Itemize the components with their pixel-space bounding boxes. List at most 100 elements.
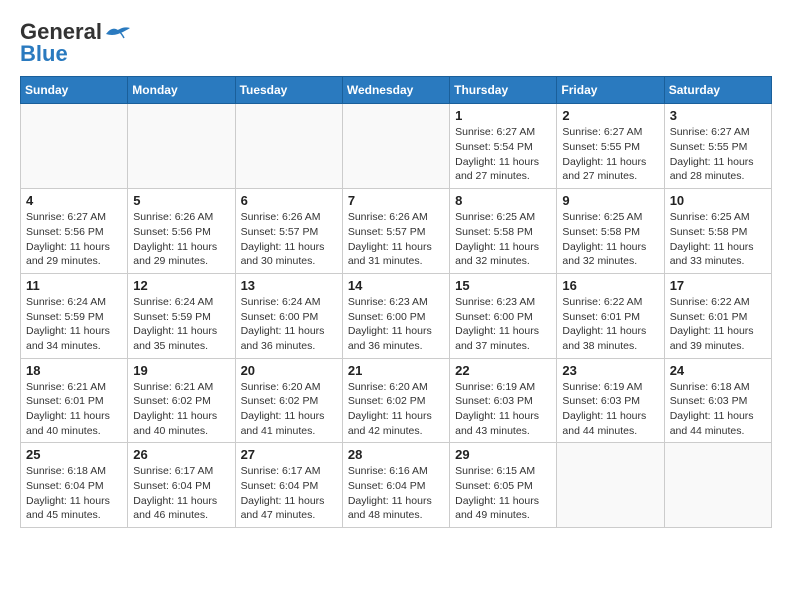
logo: General Blue <box>20 20 132 66</box>
logo-bird-icon <box>104 24 132 42</box>
day-number: 11 <box>26 278 122 293</box>
calendar-cell: 19 Sunrise: 6:21 AMSunset: 6:02 PMDayligh… <box>128 358 235 443</box>
day-number: 28 <box>348 447 444 462</box>
calendar-cell: 25 Sunrise: 6:18 AMSunset: 6:04 PMDayligh… <box>21 443 128 528</box>
calendar-cell: 27 Sunrise: 6:17 AMSunset: 6:04 PMDayligh… <box>235 443 342 528</box>
day-info: Sunrise: 6:17 AMSunset: 6:04 PMDaylight:… <box>133 464 229 523</box>
day-number: 16 <box>562 278 658 293</box>
calendar-cell: 24 Sunrise: 6:18 AMSunset: 6:03 PMDayligh… <box>664 358 771 443</box>
weekday-header-saturday: Saturday <box>664 77 771 104</box>
calendar-cell: 8 Sunrise: 6:25 AMSunset: 5:58 PMDaylight… <box>450 189 557 274</box>
day-info: Sunrise: 6:18 AMSunset: 6:04 PMDaylight:… <box>26 464 122 523</box>
calendar-cell: 21 Sunrise: 6:20 AMSunset: 6:02 PMDayligh… <box>342 358 449 443</box>
day-number: 7 <box>348 193 444 208</box>
day-info: Sunrise: 6:25 AMSunset: 5:58 PMDaylight:… <box>670 210 766 269</box>
calendar-cell: 28Sunrise: 6:16 AMSunset: 6:04 PMDayligh… <box>342 443 449 528</box>
day-number: 22 <box>455 363 551 378</box>
day-number: 12 <box>133 278 229 293</box>
day-number: 21 <box>348 363 444 378</box>
calendar-cell: 7 Sunrise: 6:26 AMSunset: 5:57 PMDaylight… <box>342 189 449 274</box>
calendar-cell: 5 Sunrise: 6:26 AMSunset: 5:56 PMDaylight… <box>128 189 235 274</box>
calendar-cell: 17 Sunrise: 6:22 AMSunset: 6:01 PMDayligh… <box>664 273 771 358</box>
day-info: Sunrise: 6:20 AMSunset: 6:02 PMDaylight:… <box>348 380 444 439</box>
day-info: Sunrise: 6:17 AMSunset: 6:04 PMDaylight:… <box>241 464 337 523</box>
day-number: 14 <box>348 278 444 293</box>
calendar-cell: 15 Sunrise: 6:23 AMSunset: 6:00 PMDayligh… <box>450 273 557 358</box>
day-info: Sunrise: 6:22 AMSunset: 6:01 PMDaylight:… <box>562 295 658 354</box>
day-info: Sunrise: 6:24 AMSunset: 5:59 PMDaylight:… <box>26 295 122 354</box>
calendar-cell <box>128 104 235 189</box>
calendar-cell: 2 Sunrise: 6:27 AMSunset: 5:55 PMDaylight… <box>557 104 664 189</box>
day-info: Sunrise: 6:25 AMSunset: 5:58 PMDaylight:… <box>455 210 551 269</box>
day-number: 27 <box>241 447 337 462</box>
calendar-week-row: 11 Sunrise: 6:24 AMSunset: 5:59 PMDayligh… <box>21 273 772 358</box>
day-info: Sunrise: 6:22 AMSunset: 6:01 PMDaylight:… <box>670 295 766 354</box>
day-info: Sunrise: 6:21 AMSunset: 6:01 PMDaylight:… <box>26 380 122 439</box>
day-info: Sunrise: 6:20 AMSunset: 6:02 PMDaylight:… <box>241 380 337 439</box>
calendar-week-row: 4 Sunrise: 6:27 AMSunset: 5:56 PMDaylight… <box>21 189 772 274</box>
day-info: Sunrise: 6:27 AMSunset: 5:55 PMDaylight:… <box>562 125 658 184</box>
calendar-cell <box>21 104 128 189</box>
calendar-cell: 22 Sunrise: 6:19 AMSunset: 6:03 PMDayligh… <box>450 358 557 443</box>
calendar-cell: 23 Sunrise: 6:19 AMSunset: 6:03 PMDayligh… <box>557 358 664 443</box>
day-number: 23 <box>562 363 658 378</box>
day-number: 29 <box>455 447 551 462</box>
calendar-cell: 20Sunrise: 6:20 AMSunset: 6:02 PMDayligh… <box>235 358 342 443</box>
calendar-cell: 26 Sunrise: 6:17 AMSunset: 6:04 PMDayligh… <box>128 443 235 528</box>
calendar-cell: 12Sunrise: 6:24 AMSunset: 5:59 PMDayligh… <box>128 273 235 358</box>
day-number: 10 <box>670 193 766 208</box>
day-info: Sunrise: 6:27 AMSunset: 5:56 PMDaylight:… <box>26 210 122 269</box>
day-info: Sunrise: 6:27 AMSunset: 5:54 PMDaylight:… <box>455 125 551 184</box>
day-number: 24 <box>670 363 766 378</box>
weekday-header-monday: Monday <box>128 77 235 104</box>
logo-blue-text: Blue <box>20 42 68 66</box>
day-number: 25 <box>26 447 122 462</box>
day-number: 13 <box>241 278 337 293</box>
day-info: Sunrise: 6:25 AMSunset: 5:58 PMDaylight:… <box>562 210 658 269</box>
day-number: 18 <box>26 363 122 378</box>
page-header: General Blue <box>20 20 772 66</box>
calendar-cell: 1 Sunrise: 6:27 AMSunset: 5:54 PMDaylight… <box>450 104 557 189</box>
day-info: Sunrise: 6:24 AMSunset: 6:00 PMDaylight:… <box>241 295 337 354</box>
calendar-cell: 29 Sunrise: 6:15 AMSunset: 6:05 PMDayligh… <box>450 443 557 528</box>
day-number: 8 <box>455 193 551 208</box>
day-number: 15 <box>455 278 551 293</box>
calendar-cell: 13 Sunrise: 6:24 AMSunset: 6:00 PMDayligh… <box>235 273 342 358</box>
day-number: 9 <box>562 193 658 208</box>
calendar-cell: 9 Sunrise: 6:25 AMSunset: 5:58 PMDaylight… <box>557 189 664 274</box>
weekday-header-thursday: Thursday <box>450 77 557 104</box>
calendar-cell: 10 Sunrise: 6:25 AMSunset: 5:58 PMDayligh… <box>664 189 771 274</box>
day-number: 5 <box>133 193 229 208</box>
day-info: Sunrise: 6:15 AMSunset: 6:05 PMDaylight:… <box>455 464 551 523</box>
calendar-header-row: SundayMondayTuesdayWednesdayThursdayFrid… <box>21 77 772 104</box>
calendar-week-row: 18 Sunrise: 6:21 AMSunset: 6:01 PMDayligh… <box>21 358 772 443</box>
day-number: 3 <box>670 108 766 123</box>
weekday-header-wednesday: Wednesday <box>342 77 449 104</box>
day-info: Sunrise: 6:18 AMSunset: 6:03 PMDaylight:… <box>670 380 766 439</box>
weekday-header-tuesday: Tuesday <box>235 77 342 104</box>
day-info: Sunrise: 6:26 AMSunset: 5:57 PMDaylight:… <box>348 210 444 269</box>
day-info: Sunrise: 6:19 AMSunset: 6:03 PMDaylight:… <box>455 380 551 439</box>
calendar-cell: 16 Sunrise: 6:22 AMSunset: 6:01 PMDayligh… <box>557 273 664 358</box>
day-number: 19 <box>133 363 229 378</box>
day-info: Sunrise: 6:27 AMSunset: 5:55 PMDaylight:… <box>670 125 766 184</box>
calendar-cell <box>342 104 449 189</box>
calendar-cell <box>235 104 342 189</box>
calendar-cell: 11 Sunrise: 6:24 AMSunset: 5:59 PMDayligh… <box>21 273 128 358</box>
day-info: Sunrise: 6:23 AMSunset: 6:00 PMDaylight:… <box>455 295 551 354</box>
day-info: Sunrise: 6:26 AMSunset: 5:56 PMDaylight:… <box>133 210 229 269</box>
calendar-cell: 6Sunrise: 6:26 AMSunset: 5:57 PMDaylight… <box>235 189 342 274</box>
day-number: 1 <box>455 108 551 123</box>
day-number: 4 <box>26 193 122 208</box>
day-number: 2 <box>562 108 658 123</box>
day-info: Sunrise: 6:21 AMSunset: 6:02 PMDaylight:… <box>133 380 229 439</box>
weekday-header-sunday: Sunday <box>21 77 128 104</box>
calendar-cell <box>664 443 771 528</box>
day-number: 17 <box>670 278 766 293</box>
day-info: Sunrise: 6:19 AMSunset: 6:03 PMDaylight:… <box>562 380 658 439</box>
calendar-week-row: 1 Sunrise: 6:27 AMSunset: 5:54 PMDaylight… <box>21 104 772 189</box>
day-number: 6 <box>241 193 337 208</box>
day-info: Sunrise: 6:23 AMSunset: 6:00 PMDaylight:… <box>348 295 444 354</box>
calendar-week-row: 25 Sunrise: 6:18 AMSunset: 6:04 PMDayligh… <box>21 443 772 528</box>
day-number: 26 <box>133 447 229 462</box>
